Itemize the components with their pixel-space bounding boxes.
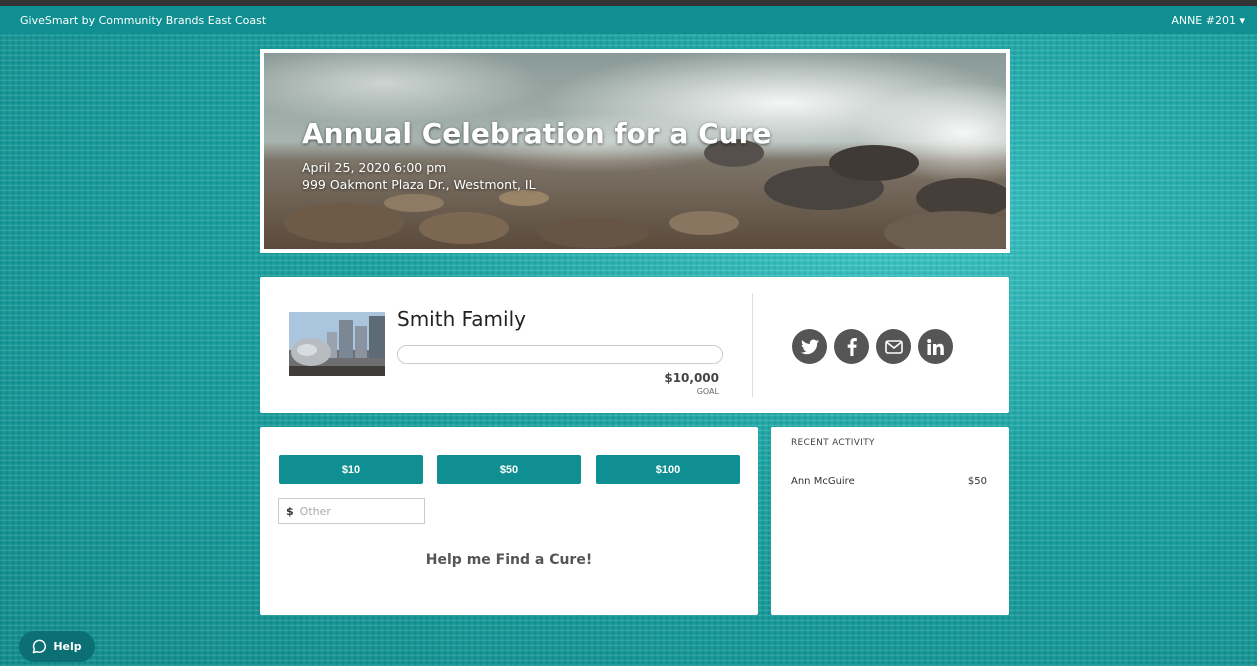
top-bar: GiveSmart by Community Brands East Coast… <box>0 6 1257 34</box>
other-amount-field: $ <box>278 498 425 524</box>
profile-photo <box>289 312 385 376</box>
event-banner: Annual Celebration for a Cure April 25, … <box>260 49 1010 253</box>
donate-amount-50-button[interactable]: $50 <box>437 455 581 484</box>
social-share <box>792 329 953 364</box>
fundraiser-profile-card: Smith Family $10,000 GOAL <box>260 277 1009 413</box>
recent-activity-heading: RECENT ACTIVITY <box>791 438 875 448</box>
other-amount-input[interactable] <box>297 503 412 519</box>
org-brand: GiveSmart by Community Brands East Coast <box>20 14 267 27</box>
help-label: Help <box>53 640 82 653</box>
banner-text: Annual Celebration for a Cure April 25, … <box>302 117 771 194</box>
event-title: Annual Celebration for a Cure <box>302 117 772 150</box>
currency-symbol: $ <box>286 504 294 518</box>
progress-bar <box>397 345 723 364</box>
help-button[interactable]: Help <box>19 631 95 662</box>
recent-activity-card: RECENT ACTIVITY Ann McGuire $50 <box>771 427 1009 615</box>
donation-card: $10 $50 $100 $ Help me Find a Cure! <box>260 427 758 615</box>
twitter-icon[interactable] <box>792 329 827 364</box>
fundraiser-tagline: Help me Find a Cure! <box>425 552 593 568</box>
linkedin-icon[interactable] <box>918 329 953 364</box>
facebook-icon[interactable] <box>834 329 869 364</box>
donate-amount-100-button[interactable]: $100 <box>596 455 740 484</box>
event-datetime: April 25, 2020 6:00 pm <box>302 160 447 175</box>
event-address: 999 Oakmont Plaza Dr., Westmont, IL <box>302 177 536 192</box>
activity-row: Ann McGuire $50 <box>791 476 987 487</box>
goal-amount: $10,000 <box>664 371 719 385</box>
goal-label: GOAL <box>696 387 719 396</box>
donor-name: Ann McGuire <box>791 476 855 487</box>
divider <box>752 293 753 397</box>
donate-amount-10-button[interactable]: $10 <box>279 455 423 484</box>
email-icon[interactable] <box>876 329 911 364</box>
fundraiser-name: Smith Family <box>397 307 526 331</box>
chat-bubble-icon <box>33 639 47 654</box>
donation-amount: $50 <box>967 476 987 487</box>
user-menu[interactable]: ANNE #201 ▾ <box>1171 14 1245 27</box>
